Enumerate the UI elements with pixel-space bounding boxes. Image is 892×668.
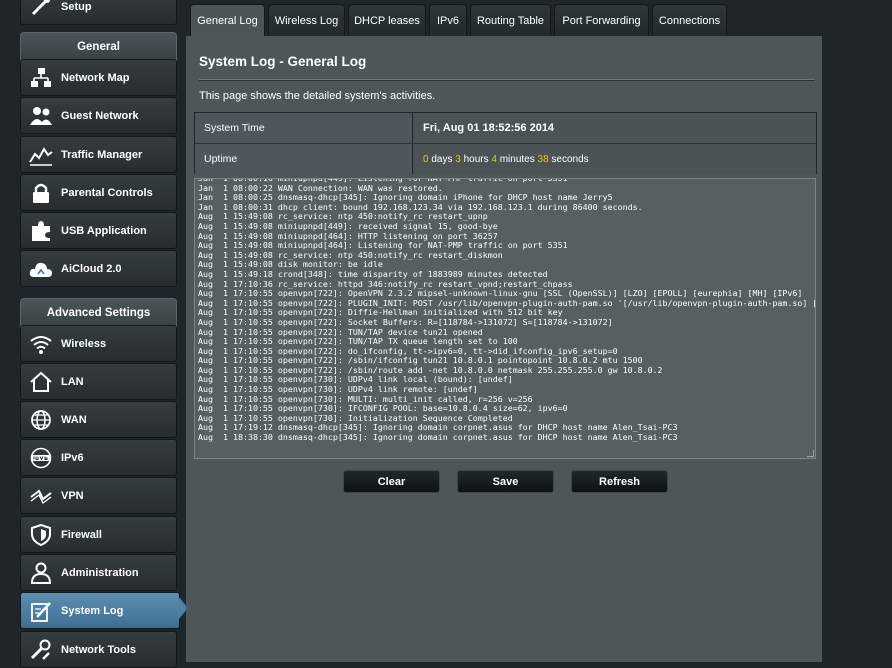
sidebar: Setup General Network Map Guest Network …	[20, 0, 188, 668]
guest-network-icon	[21, 105, 61, 127]
page-title: System Log - General Log	[199, 54, 367, 69]
uptime-days-unit: days	[428, 153, 456, 165]
system-info-table: System Time Fri, Aug 01 18:52:56 2014 Up…	[194, 112, 817, 174]
sidebar-item-label: Network Map	[61, 71, 130, 84]
title-divider	[199, 79, 815, 81]
sidebar-item-wireless[interactable]: Wireless	[20, 325, 177, 362]
sidebar-item-network-tools[interactable]: Network Tools	[20, 631, 177, 668]
sidebar-item-vpn[interactable]: VPN	[20, 477, 177, 514]
user-icon	[21, 562, 61, 584]
tab-general-log[interactable]: General Log	[190, 4, 265, 36]
sidebar-item-wan[interactable]: WAN	[20, 401, 177, 438]
sidebar-item-label: USB Application	[61, 224, 147, 237]
tab-connections[interactable]: Connections	[652, 4, 727, 36]
uptime-minutes-unit: minutes	[496, 153, 538, 165]
page-description: This page shows the detailed system's ac…	[199, 90, 436, 102]
sidebar-item-label: Administration	[61, 566, 139, 579]
main-panel: System Log - General Log This page shows…	[186, 36, 822, 662]
globe-icon	[21, 409, 61, 431]
setup-icon	[21, 0, 61, 18]
sidebar-item-label: Parental Controls	[61, 186, 153, 199]
tab-routing-table[interactable]: Routing Table	[470, 4, 551, 36]
traffic-manager-icon	[21, 144, 61, 166]
ipv6-icon	[21, 447, 61, 469]
uptime-value: 0 days 3 hours 4 minutes 38 seconds	[413, 144, 816, 174]
tab-dhcp-leases[interactable]: DHCP leases	[348, 4, 426, 36]
sidebar-item-label: Guest Network	[61, 109, 139, 122]
sidebar-item-usb-application[interactable]: USB Application	[20, 212, 177, 249]
network-map-icon	[21, 67, 61, 89]
clear-button[interactable]: Clear	[343, 470, 440, 493]
sidebar-item-label: Network Tools	[61, 643, 136, 656]
sidebar-item-system-log[interactable]: System Log	[20, 592, 180, 629]
sidebar-item-label: System Log	[61, 604, 124, 617]
sidebar-item-label: Firewall	[61, 528, 102, 541]
right-margin	[822, 0, 892, 662]
sidebar-item-network-map[interactable]: Network Map	[20, 59, 177, 96]
sidebar-item-setup[interactable]: Setup	[20, 0, 177, 25]
wifi-icon	[21, 333, 61, 355]
sidebar-item-label: Wireless	[61, 337, 107, 350]
refresh-button[interactable]: Refresh	[571, 470, 668, 493]
system-time-row: System Time Fri, Aug 01 18:52:56 2014	[195, 113, 816, 143]
lock-icon	[21, 182, 61, 204]
save-button[interactable]: Save	[457, 470, 554, 493]
tab-port-forwarding[interactable]: Port Forwarding	[554, 4, 649, 36]
uptime-hours-unit: hours	[460, 153, 492, 165]
cloud-icon	[21, 258, 61, 280]
vpn-icon	[21, 485, 61, 507]
sidebar-item-guest-network[interactable]: Guest Network	[20, 97, 177, 134]
uptime-row: Uptime 0 days 3 hours 4 minutes 38 secon…	[195, 144, 816, 174]
uptime-seconds: 38	[537, 153, 549, 165]
advanced-section-header: Advanced Settings	[20, 298, 177, 328]
sidebar-item-label: WAN	[61, 413, 87, 426]
tools-icon	[21, 639, 61, 661]
shield-icon	[21, 523, 61, 546]
sidebar-item-administration[interactable]: Administration	[20, 554, 177, 591]
system-time-value: Fri, Aug 01 18:52:56 2014	[413, 113, 816, 143]
uptime-seconds-unit: seconds	[548, 153, 589, 165]
puzzle-icon	[21, 220, 61, 242]
log-text: Jan 1 08:00:16 miniupnpd[449]: Listening…	[198, 178, 815, 443]
sidebar-item-parental-controls[interactable]: Parental Controls	[20, 174, 177, 211]
sidebar-item-label: IPv6	[61, 451, 84, 464]
sidebar-item-traffic-manager[interactable]: Traffic Manager	[20, 136, 177, 173]
sidebar-item-label: Setup	[61, 0, 92, 13]
system-log-textarea[interactable]: Jan 1 08:00:16 miniupnpd[449]: Listening…	[194, 178, 816, 459]
resize-handle[interactable]	[807, 450, 814, 457]
sidebar-item-label: Traffic Manager	[61, 148, 143, 161]
tab-ipv6[interactable]: IPv6	[429, 4, 467, 36]
sidebar-item-label: AiCloud 2.0	[61, 262, 122, 275]
sidebar-item-lan[interactable]: LAN	[20, 363, 177, 400]
sidebar-item-ipv6[interactable]: IPv6	[20, 439, 177, 476]
sidebar-item-label: LAN	[61, 375, 84, 388]
sidebar-item-label: VPN	[61, 489, 84, 502]
home-icon	[21, 371, 61, 393]
system-time-label: System Time	[195, 113, 413, 143]
uptime-label: Uptime	[195, 144, 413, 174]
log-icon	[21, 600, 61, 622]
sidebar-item-firewall[interactable]: Firewall	[20, 516, 177, 553]
general-section-header: General	[20, 32, 177, 62]
sidebar-item-aicloud[interactable]: AiCloud 2.0	[20, 250, 177, 287]
tab-wireless-log[interactable]: Wireless Log	[268, 4, 345, 36]
